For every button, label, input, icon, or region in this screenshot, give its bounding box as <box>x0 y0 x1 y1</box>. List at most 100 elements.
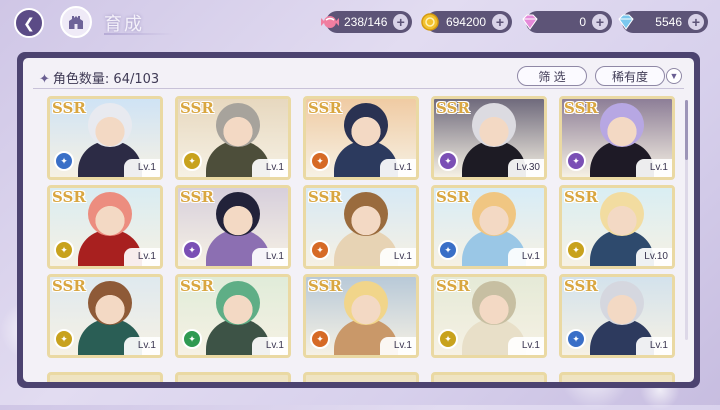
character-card-partial[interactable] <box>303 372 419 382</box>
level-label: Lv.1 <box>252 248 288 266</box>
level-label: Lv.1 <box>380 159 416 177</box>
attribute-icon: ✦ <box>310 151 330 171</box>
character-card[interactable]: SSR ✦ Lv.10 <box>559 185 675 269</box>
character-head <box>216 103 260 147</box>
filter-button[interactable]: 筛 选 <box>517 66 587 86</box>
character-panel: ✦ 角色数量: 64/103 筛 选 稀有度 ▼ SSR ✦ Lv.1 SSR ✦ Lv.1… <box>17 52 700 388</box>
level-label: Lv.1 <box>636 159 672 177</box>
level-label: Lv.1 <box>124 337 160 355</box>
character-card[interactable]: SSR ✦ Lv.1 <box>431 185 547 269</box>
resource-gold: 694200 + <box>421 11 512 33</box>
character-card-partial[interactable] <box>175 372 291 382</box>
character-card-partial[interactable] <box>47 372 163 382</box>
resource-blue-gem: 5546 + <box>618 11 708 33</box>
character-head <box>216 192 260 236</box>
character-card[interactable]: SSR ✦ Lv.1 <box>47 274 163 358</box>
character-card[interactable]: SSR ✦ Lv.1 <box>303 274 419 358</box>
rarity-badge: SSR <box>564 188 598 206</box>
character-grid: SSR ✦ Lv.1 SSR ✦ Lv.1 SSR ✦ Lv.1 SSR ✦ Lv.30 SSR ✦ Lv.… <box>47 96 677 382</box>
character-head <box>88 281 132 325</box>
level-label: Lv.1 <box>508 337 544 355</box>
rarity-badge: SSR <box>436 99 470 117</box>
pink-gem-value: 0 <box>579 15 586 29</box>
gold-value: 694200 <box>445 15 486 29</box>
sparkle-icon: ✦ <box>39 72 50 87</box>
add-pink-gem-button[interactable]: + <box>592 14 608 30</box>
coin-icon <box>421 13 439 31</box>
blue-diamond-icon <box>618 14 634 30</box>
character-card-partial[interactable] <box>431 372 547 382</box>
chevron-down-icon: ▼ <box>669 71 679 81</box>
add-stamina-button[interactable]: + <box>393 14 408 30</box>
character-head <box>600 103 644 147</box>
resource-pink-gem: 0 + <box>522 11 612 33</box>
character-head <box>344 192 388 236</box>
rarity-badge: SSR <box>52 277 86 295</box>
attribute-icon: ✦ <box>566 151 586 171</box>
character-card[interactable]: SSR ✦ Lv.1 <box>175 96 291 180</box>
character-card[interactable]: SSR ✦ Lv.30 <box>431 96 547 180</box>
attribute-icon: ✦ <box>54 329 74 349</box>
level-label: Lv.1 <box>508 248 544 266</box>
level-label: Lv.30 <box>508 159 544 177</box>
character-count-label: 角色数量: 64/103 <box>52 72 160 87</box>
character-count: ✦ 角色数量: 64/103 <box>39 68 159 87</box>
back-arrow-icon: ❮ <box>23 14 35 31</box>
character-head <box>472 103 516 147</box>
rarity-badge: SSR <box>52 188 86 206</box>
rarity-badge: SSR <box>308 188 342 206</box>
character-card[interactable]: SSR ✦ Lv.1 <box>47 185 163 269</box>
character-head <box>472 192 516 236</box>
rarity-badge: SSR <box>52 99 86 117</box>
attribute-icon: ✦ <box>54 240 74 260</box>
attribute-icon: ✦ <box>182 240 202 260</box>
grid-scroll-thumb[interactable] <box>685 100 688 160</box>
sort-rarity-button[interactable]: 稀有度 <box>595 66 665 86</box>
resource-stamina: 238/146 + <box>321 11 412 33</box>
attribute-icon: ✦ <box>566 329 586 349</box>
rarity-badge: SSR <box>564 99 598 117</box>
character-card[interactable]: SSR ✦ Lv.1 <box>303 96 419 180</box>
character-card[interactable]: SSR ✦ Lv.1 <box>175 185 291 269</box>
back-button[interactable]: ❮ <box>14 8 44 38</box>
level-label: Lv.1 <box>124 248 160 266</box>
character-head <box>88 103 132 147</box>
level-label: Lv.10 <box>636 248 672 266</box>
attribute-icon: ✦ <box>310 240 330 260</box>
character-card[interactable]: SSR ✦ Lv.1 <box>303 185 419 269</box>
character-card[interactable]: SSR ✦ Lv.1 <box>431 274 547 358</box>
add-gold-button[interactable]: + <box>492 14 508 30</box>
character-head <box>344 103 388 147</box>
character-card-partial[interactable] <box>559 372 675 382</box>
attribute-icon: ✦ <box>438 240 458 260</box>
character-card[interactable]: SSR ✦ Lv.1 <box>559 96 675 180</box>
rarity-badge: SSR <box>564 277 598 295</box>
title-underline <box>104 33 174 35</box>
add-blue-gem-button[interactable]: + <box>688 14 704 30</box>
rarity-badge: SSR <box>180 99 214 117</box>
grid-scrollbar[interactable] <box>685 100 688 340</box>
attribute-icon: ✦ <box>438 151 458 171</box>
character-card[interactable]: SSR ✦ Lv.1 <box>559 274 675 358</box>
character-head <box>344 281 388 325</box>
character-card[interactable]: SSR ✦ Lv.1 <box>47 96 163 180</box>
attribute-icon: ✦ <box>438 329 458 349</box>
character-panel-inner: ✦ 角色数量: 64/103 筛 选 稀有度 ▼ SSR ✦ Lv.1 SSR ✦ Lv.1… <box>23 58 694 382</box>
attribute-icon: ✦ <box>310 329 330 349</box>
character-card[interactable]: SSR ✦ Lv.1 <box>175 274 291 358</box>
level-label: Lv.1 <box>380 248 416 266</box>
level-label: Lv.1 <box>124 159 160 177</box>
rarity-badge: SSR <box>436 277 470 295</box>
character-head <box>88 192 132 236</box>
attribute-icon: ✦ <box>566 240 586 260</box>
home-button[interactable] <box>60 6 92 38</box>
blue-gem-value: 5546 <box>655 15 682 29</box>
rarity-badge: SSR <box>308 99 342 117</box>
character-head <box>472 281 516 325</box>
rarity-badge: SSR <box>436 188 470 206</box>
character-head <box>216 281 260 325</box>
level-label: Lv.1 <box>252 159 288 177</box>
sort-dropdown-button[interactable]: ▼ <box>666 68 682 84</box>
stamina-value: 238/146 <box>344 15 388 29</box>
rarity-badge: SSR <box>180 188 214 206</box>
